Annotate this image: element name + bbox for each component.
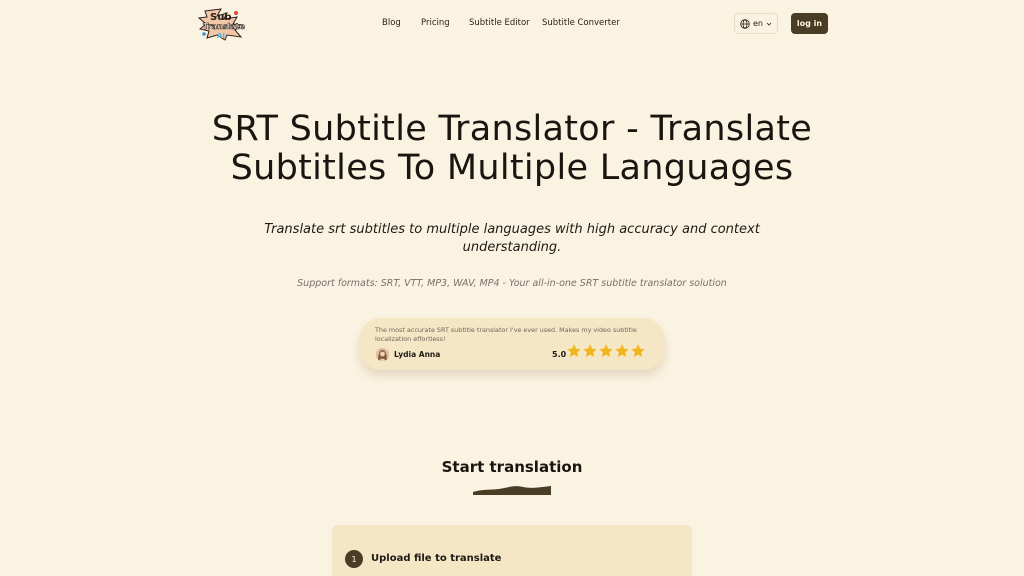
nav-subtitle-converter-link[interactable]: Subtitle Converter <box>542 18 620 28</box>
top-header: Sub Translate AI Blog Pricing Subtitle E… <box>0 0 1024 48</box>
language-label: en <box>753 19 763 28</box>
rating-value: 5.0 <box>552 350 567 359</box>
nav-pricing-link[interactable]: Pricing <box>421 18 450 28</box>
rating-stars <box>567 344 645 358</box>
chevron-down-icon <box>766 22 772 26</box>
step-number-badge: 1 <box>345 550 363 568</box>
language-selector[interactable]: en <box>734 13 778 34</box>
supported-formats-text: Support formats: SRT, VTT, MP3, WAV, MP4… <box>297 278 727 289</box>
reviewer-name: Lydia Anna <box>394 350 441 359</box>
nav-blog-link[interactable]: Blog <box>382 18 401 28</box>
star-icon <box>631 344 645 357</box>
hero-subtitle: Translate srt subtitles to multiple lang… <box>264 222 760 255</box>
globe-icon <box>740 18 750 29</box>
page-title: SRT Subtitle Translator - Translate Subt… <box>211 109 813 188</box>
nav-subtitle-editor-link[interactable]: Subtitle Editor <box>469 18 530 28</box>
svg-text:AI: AI <box>217 32 225 40</box>
main-nav: Blog Pricing Subtitle Editor Subtitle Co… <box>0 18 1024 30</box>
star-icon <box>583 344 597 357</box>
testimonial-card: The most accurate SRT subtitle translato… <box>359 318 665 370</box>
step-label: Upload file to translate <box>371 553 502 564</box>
star-icon <box>567 344 581 357</box>
title-underline-decoration <box>473 486 551 495</box>
avatar <box>376 348 389 361</box>
login-button[interactable]: log in <box>791 13 828 34</box>
upload-step-card: 1 Upload file to translate <box>332 525 692 576</box>
start-translation-title: Start translation <box>441 458 583 476</box>
star-icon <box>599 344 613 357</box>
testimonial-quote: The most accurate SRT subtitle translato… <box>375 326 637 343</box>
star-icon <box>615 344 629 357</box>
